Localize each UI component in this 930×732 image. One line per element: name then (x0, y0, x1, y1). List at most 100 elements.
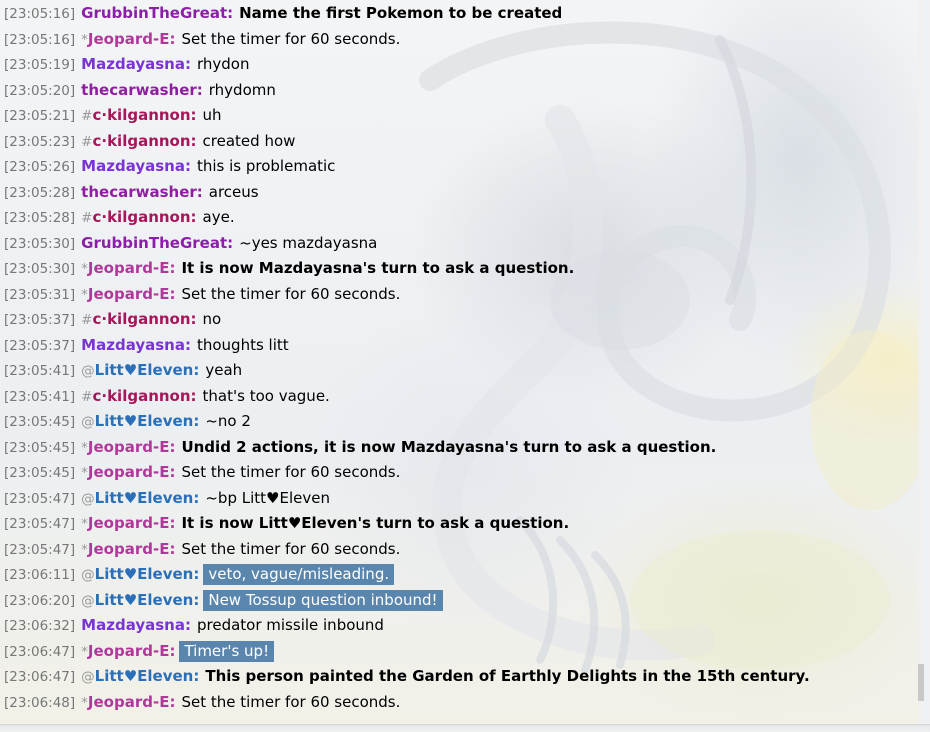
username-link[interactable]: Jeopard-E (88, 693, 170, 711)
chat-message: [23:05:16] GrubbinTheGreat: Name the first… (0, 1, 924, 27)
chat-message: [23:05:28] #c·kilgannon: aye. (0, 205, 924, 231)
username-link[interactable]: GrubbinTheGreat (81, 234, 227, 252)
message-timestamp: [23:05:45] (4, 439, 76, 456)
username-link[interactable]: Mazdayasna (81, 157, 185, 175)
message-timestamp: [23:05:26] (4, 159, 76, 175)
user-rank-symbol: # (81, 312, 93, 328)
username-link[interactable]: Litt♥Eleven (95, 565, 194, 583)
username-colon: : (190, 208, 197, 226)
message-timestamp: [23:05:21] (4, 108, 76, 124)
chat-message: [23:06:47] @Litt♥Eleven: This person paint… (0, 664, 924, 690)
username-link[interactable]: c·kilgannon (92, 106, 190, 124)
message-text: Timer's up! (179, 640, 275, 662)
username-link[interactable]: Litt♥Eleven (95, 667, 194, 685)
message-timestamp: [23:05:41] (4, 363, 76, 379)
username-link[interactable]: c·kilgannon (92, 310, 190, 328)
message-timestamp: [23:05:20] (4, 82, 76, 99)
username-link[interactable]: Jeopard-E (88, 514, 170, 532)
username-link[interactable]: Mazdayasna (81, 616, 185, 634)
message-text: no (202, 310, 222, 328)
message-text: Set the timer for 60 seconds. (181, 692, 401, 711)
username-colon: : (169, 463, 176, 481)
chat-bottom-border (0, 724, 930, 732)
message-text: rhydomn (208, 80, 276, 99)
message-timestamp: [23:05:47] (4, 541, 76, 558)
message-timestamp: [23:05:47] (4, 516, 76, 532)
user-rank-symbol: @ (81, 669, 95, 685)
username-link[interactable]: thecarwasher (81, 183, 197, 201)
username-colon: : (184, 55, 191, 73)
chat-message: [23:05:45] @Litt♥Eleven: ~no 2 (0, 409, 924, 435)
message-text: this is problematic (196, 157, 336, 175)
chat-message: [23:05:41] @Litt♥Eleven: yeah (0, 358, 924, 384)
username-link[interactable]: c·kilgannon (92, 387, 190, 405)
username-link[interactable]: thecarwasher (81, 81, 197, 99)
username-link[interactable]: c·kilgannon (92, 132, 190, 150)
user-rank-symbol: * (81, 286, 88, 303)
chat-message: [23:05:45] *Jeopard-E: Undid 2 actions, it… (0, 435, 924, 461)
username-link[interactable]: Mazdayasna (81, 336, 185, 354)
message-timestamp: [23:05:28] (4, 210, 76, 226)
chat-message: [23:05:30] *Jeopard-E: It is now Mazdayasn… (0, 256, 924, 282)
message-text: thoughts litt (196, 335, 289, 354)
username-link[interactable]: Jeopard-E (88, 259, 170, 277)
username-link[interactable]: Litt♥Eleven (95, 361, 194, 379)
user-rank-symbol: @ (81, 363, 95, 379)
message-text: Set the timer for 60 seconds. (181, 284, 401, 303)
message-timestamp: [23:05:47] (4, 490, 76, 507)
message-timestamp: [23:05:45] (4, 414, 76, 430)
chat-message: [23:05:30] GrubbinTheGreat: ~yes mazdayasn… (0, 231, 924, 257)
chat-log[interactable]: [23:05:16] GrubbinTheGreat: Name the first… (0, 0, 924, 724)
chat-message: [23:06:32] Mazdayasna: predator missile in… (0, 613, 924, 639)
message-timestamp: [23:05:30] (4, 235, 76, 252)
message-timestamp: [23:05:45] (4, 465, 76, 481)
message-text: predator missile inbound (196, 616, 384, 634)
message-timestamp: [23:05:37] (4, 312, 76, 328)
username-colon: : (196, 80, 203, 99)
chat-message: [23:06:11] @Litt♥Eleven: veto, vague/misle… (0, 562, 924, 588)
username-link[interactable]: GrubbinTheGreat (81, 4, 227, 22)
message-list: [23:05:16] GrubbinTheGreat: Name the first… (0, 1, 924, 715)
username-colon: : (193, 590, 200, 609)
scrollbar[interactable] (918, 0, 924, 724)
username-link[interactable]: Jeopard-E (88, 463, 170, 481)
chat-message: [23:05:31] *Jeopard-E: Set the timer for 6… (0, 282, 924, 308)
username-link[interactable]: Litt♥Eleven (95, 591, 194, 609)
chat-message: [23:06:47] *Jeopard-E: Timer's up! (0, 639, 924, 665)
message-text: It is now Litt♥Eleven's turn to ask a qu… (181, 514, 570, 532)
username-colon: : (169, 692, 176, 711)
username-link[interactable]: Jeopard-E (88, 438, 170, 456)
user-rank-symbol: * (81, 694, 88, 711)
username-colon: : (227, 4, 234, 22)
username-link[interactable]: Litt♥Eleven (95, 489, 194, 507)
username-link[interactable]: Litt♥Eleven (95, 412, 194, 430)
message-text: Set the timer for 60 seconds. (181, 463, 401, 481)
username-link[interactable]: c·kilgannon (92, 208, 190, 226)
scrollbar-thumb[interactable] (918, 664, 924, 701)
username-colon: : (193, 361, 200, 379)
username-link[interactable]: Jeopard-E (88, 642, 170, 660)
chat-message: [23:05:47] @Litt♥Eleven: ~bp Litt♥Eleven (0, 486, 924, 512)
username-colon: : (169, 284, 176, 303)
username-link[interactable]: Jeopard-E (88, 540, 170, 558)
user-rank-symbol: * (81, 439, 88, 456)
message-timestamp: [23:05:31] (4, 286, 76, 303)
message-text: ~no 2 (205, 412, 251, 430)
chat-message: [23:05:21] #c·kilgannon: uh (0, 103, 924, 129)
username-link[interactable]: Jeopard-E (88, 285, 170, 303)
username-link[interactable]: Jeopard-E (88, 30, 170, 48)
chat-message: [23:05:23] #c·kilgannon: created how (0, 129, 924, 155)
username-colon: : (190, 386, 197, 405)
message-text: arceus (208, 182, 259, 201)
chat-message: [23:06:48] *Jeopard-E: Set the timer for 6… (0, 690, 924, 716)
user-rank-symbol: @ (81, 414, 95, 430)
message-text: veto, vague/misleading. (203, 564, 395, 585)
message-timestamp: [23:06:20] (4, 592, 76, 609)
username-colon: : (169, 514, 176, 532)
username-link[interactable]: Mazdayasna (81, 55, 185, 73)
user-rank-symbol: @ (81, 490, 95, 507)
message-text: Set the timer for 60 seconds. (181, 539, 401, 558)
chat-message: [23:05:20] thecarwasher: rhydomn (0, 78, 924, 104)
username-colon: : (193, 412, 200, 430)
message-text: created how (202, 131, 296, 150)
